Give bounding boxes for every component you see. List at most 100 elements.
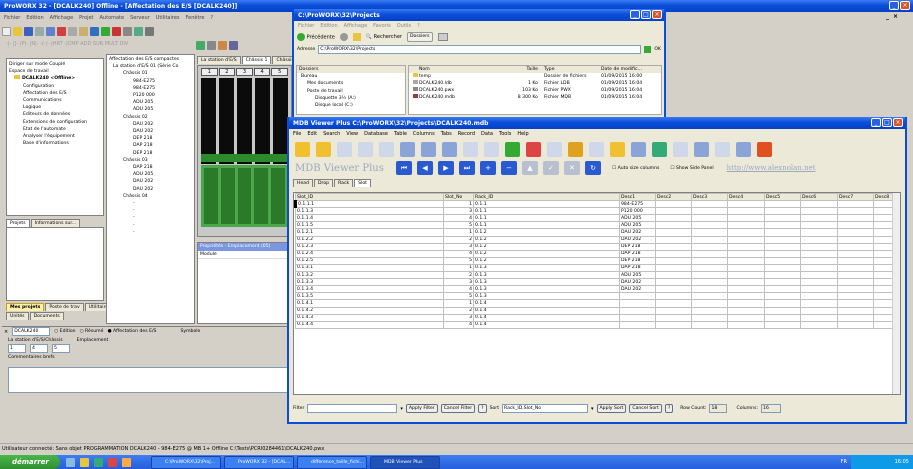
tab-unites[interactable]: Unités (6, 312, 29, 320)
table-cell[interactable]: 0.1.3.1 (295, 263, 444, 273)
table-cell[interactable] (691, 306, 728, 315)
new-icon[interactable] (2, 26, 11, 36)
table-cell[interactable]: 0.1.3 (473, 292, 620, 301)
table-cell[interactable] (837, 207, 874, 216)
table-cell[interactable]: DAP 218 (619, 263, 656, 273)
table-cell[interactable] (691, 285, 728, 294)
copy-icon[interactable] (547, 141, 562, 157)
table-cell[interactable]: 0.1.4 (473, 313, 620, 322)
rack-slot[interactable] (204, 168, 218, 224)
go-button[interactable]: OK (654, 47, 661, 52)
table-cell[interactable] (764, 271, 801, 280)
io-module[interactable]: DAU 202 (109, 121, 192, 128)
table-row[interactable]: 0.1.3.1 1 0.1.3 DAP 218 (295, 263, 896, 273)
table-cell[interactable] (655, 320, 692, 329)
table-cell[interactable] (764, 306, 801, 315)
tree-affectation[interactable]: Affectation des E/S (9, 90, 101, 97)
tab-poste-travail[interactable]: Poste de trav (45, 303, 84, 311)
explorer-menu-help[interactable]: ? (417, 23, 420, 29)
child-minimize-icon[interactable]: _ (886, 13, 889, 20)
menu-affichage[interactable]: Affichage (50, 15, 74, 21)
mdb-menu-data[interactable]: Data (481, 131, 493, 137)
paste-icon[interactable] (79, 26, 88, 36)
table-cell[interactable] (800, 242, 838, 251)
table-row[interactable]: 0.1.1.1 1 0.1.1 984-E275 (294, 200, 896, 209)
grid-column-header[interactable]: Desc4 (727, 193, 765, 202)
table-cell[interactable] (800, 313, 838, 322)
menu-projet[interactable]: Projet (79, 15, 93, 21)
copy-icon[interactable] (68, 26, 77, 36)
desktop-icon[interactable] (66, 457, 75, 467)
table-cell[interactable] (727, 200, 765, 209)
folder-mes-documents[interactable]: Mes documents (297, 80, 405, 87)
col-date[interactable]: Date de modific... (601, 66, 661, 73)
table-cell[interactable]: 0.1.2.1 (295, 228, 444, 237)
sort-icon[interactable] (568, 141, 583, 157)
table-cell[interactable] (800, 292, 838, 301)
table-cell[interactable]: ADU 205 (619, 221, 656, 230)
table-cell[interactable] (655, 242, 692, 251)
rack-slot[interactable] (219, 78, 234, 164)
columns-icon[interactable] (463, 141, 478, 157)
table-cell[interactable]: ADU 205 (619, 214, 656, 223)
tree-extensions[interactable]: Extensions de configuration (9, 119, 101, 126)
table-cell[interactable] (800, 207, 838, 216)
io-module[interactable]: - (109, 200, 192, 207)
table-cell[interactable] (837, 320, 874, 329)
network-icon[interactable] (207, 41, 216, 50)
table-row[interactable]: 0.1.2.3 3 0.1.2 DEP 218 (295, 242, 896, 251)
table-cell[interactable]: DAU 202 (619, 278, 656, 287)
table-cell[interactable]: 4 (443, 285, 474, 294)
table-cell[interactable] (727, 214, 765, 223)
export-icon[interactable] (400, 141, 415, 157)
filter-dropdown-icon[interactable]: ▾ (400, 406, 403, 412)
table-cell[interactable] (691, 228, 728, 237)
table-cell[interactable] (837, 299, 874, 308)
table-row[interactable]: 0.1.3.4 4 0.1.3 DAU 202 (295, 285, 896, 294)
auto-size-checkbox[interactable]: ☐ Auto size columns (612, 166, 659, 171)
table-cell[interactable] (691, 278, 728, 287)
table-cell[interactable] (837, 271, 874, 280)
explorer-maximize-button[interactable]: □ (641, 10, 651, 19)
grid-vertical-scrollbar[interactable] (892, 193, 900, 394)
table-cell[interactable] (800, 221, 838, 230)
table-cell[interactable] (800, 278, 838, 287)
file-row[interactable]: DCALK240.mdb 8 300 Ko Fichier MDB 01/09/… (409, 94, 661, 101)
table-cell[interactable]: 3 (443, 242, 474, 251)
table-cell[interactable]: 0.1.1 (473, 207, 620, 216)
table-cell[interactable] (837, 221, 874, 230)
table-cell[interactable] (691, 249, 728, 258)
table-cell[interactable]: 0.1.4 (473, 306, 620, 315)
properties-module-row[interactable]: Module (198, 251, 291, 259)
table-cell[interactable]: 0.1.1.5 (295, 221, 444, 230)
table-cell[interactable]: 0.1.4.2 (295, 306, 444, 315)
radio-affectation[interactable]: ● Affectation des E/S (107, 329, 156, 334)
mdb-menu-columns[interactable]: Columns (413, 131, 435, 137)
cancel-filter-button[interactable]: Cancel Filter (440, 404, 476, 413)
table-cell[interactable] (764, 299, 801, 308)
open-db-icon[interactable] (295, 141, 310, 157)
tree-communications[interactable]: Communications (9, 97, 101, 104)
search-button[interactable]: 🔍 Rechercher (366, 34, 402, 40)
table-cell[interactable]: 0.1.3.4 (295, 285, 444, 294)
table-cell[interactable]: P120 000 (619, 207, 656, 216)
io-module[interactable]: DAP 218 (109, 164, 192, 171)
cancel-sort-button[interactable]: Cancel Sort (629, 404, 662, 413)
table-cell[interactable] (655, 214, 692, 223)
filter-input[interactable] (307, 404, 398, 413)
table-cell[interactable] (837, 200, 874, 209)
table-cell[interactable]: 0.1.1.3 (295, 207, 444, 216)
mdb-menu-view[interactable]: View (346, 131, 358, 137)
table-cell[interactable] (800, 235, 838, 244)
table-cell[interactable]: DAP 218 (619, 249, 656, 258)
table-cell[interactable] (764, 235, 801, 244)
editor-close-icon[interactable]: × (4, 329, 8, 335)
explorer-menu-affichage[interactable]: Affichage (344, 23, 368, 29)
table-row[interactable]: 0.1.3.5 5 0.1.3 (295, 292, 896, 301)
table-cell[interactable] (727, 306, 765, 315)
tree-project[interactable]: DCALK240 <Offline> (9, 75, 101, 82)
table-cell[interactable] (837, 306, 874, 315)
table-cell[interactable]: 0.1.3.5 (295, 292, 444, 301)
tree-configuration[interactable]: Configuration (9, 83, 101, 90)
import-icon[interactable] (421, 141, 436, 157)
